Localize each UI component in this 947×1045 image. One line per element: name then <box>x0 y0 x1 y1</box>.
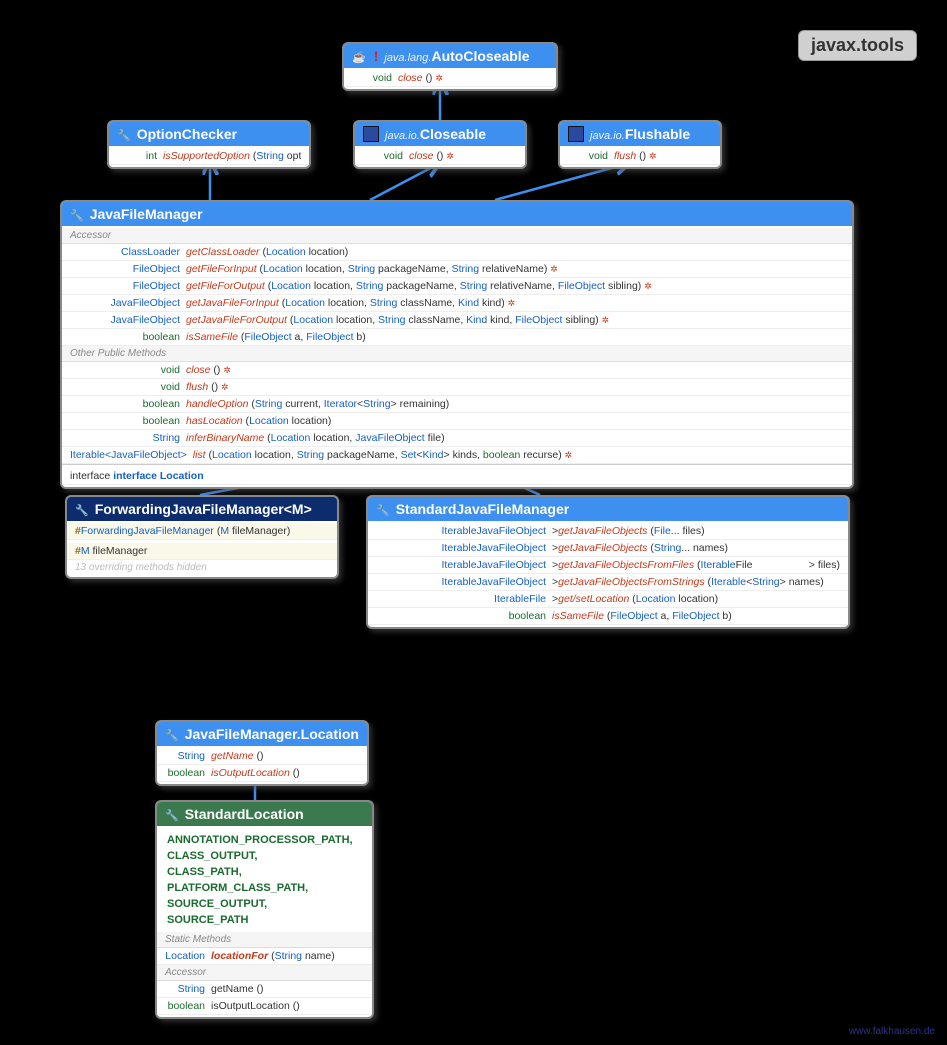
package-label: javax.tools <box>798 30 917 61</box>
enum-value: CLASS_OUTPUT, <box>157 848 372 864</box>
method-row: StringinferBinaryName (Location location… <box>62 430 852 447</box>
enum-value: CLASS_PATH, <box>157 864 372 880</box>
enum-value: PLATFORM_CLASS_PATH, <box>157 880 372 896</box>
method-row: booleanisSameFile (FileObject a, FileObj… <box>368 608 848 625</box>
method-row: ClassLoadergetClassLoader (Location loca… <box>62 244 852 261</box>
wrench-icon <box>165 726 179 742</box>
method-row: IterableJavaFileObject>getJavaFileObject… <box>368 574 848 591</box>
disk-icon <box>363 126 379 142</box>
method-row: IterableJavaFileObject>getJavaFileObject… <box>368 557 848 574</box>
method-row: IterableJavaFileObject>getJavaFileObject… <box>368 540 848 557</box>
enum-value: SOURCE_OUTPUT, <box>157 896 372 912</box>
method-row: JavaFileObjectgetJavaFileForInput (Locat… <box>62 295 852 312</box>
box-closeable: java.io.Closeable voidclose () ✲ <box>353 120 527 169</box>
method-row: voidclose () ✲ <box>62 362 852 379</box>
box-javafilemanager: JavaFileManager Accessor ClassLoadergetC… <box>60 200 854 489</box>
cup-icon <box>352 48 366 64</box>
wrench-icon <box>75 501 89 517</box>
method-row: booleanhandleOption (String current, Ite… <box>62 396 852 413</box>
wrench-icon <box>70 206 84 222</box>
method-row: FileObjectgetFileForOutput (Location loc… <box>62 278 852 295</box>
wrench-icon <box>117 126 131 142</box>
box-forwarding: ForwardingJavaFileManager<M> #Forwarding… <box>65 495 339 579</box>
method-row: Iterable<JavaFileObject>list (Location l… <box>62 447 852 464</box>
excl-icon: ! <box>374 48 379 64</box>
method-row: JavaFileObjectgetJavaFileForOutput (Loca… <box>62 312 852 329</box>
box-autocloseable: !java.lang.AutoCloseable voidclose () ✲ <box>342 42 558 91</box>
disk-icon <box>568 126 584 142</box>
box-optionchecker: OptionChecker intisSupportedOption (Stri… <box>107 120 311 169</box>
method-row: booleanhasLocation (Location location) <box>62 413 852 430</box>
method-row: FileObjectgetFileForInput (Location loca… <box>62 261 852 278</box>
box-location: JavaFileManager.Location StringgetName (… <box>155 720 369 786</box>
method-row: IterableJavaFileObject>getJavaFileObject… <box>368 523 848 540</box>
wrench-icon <box>376 501 390 517</box>
method-row: IterableFile>get/setLocation (Location l… <box>368 591 848 608</box>
box-standardlocation: StandardLocation ANNOTATION_PROCESSOR_PA… <box>155 800 374 1019</box>
box-flushable: java.io.Flushable voidflush () ✲ <box>558 120 722 169</box>
enum-value: SOURCE_PATH <box>157 912 372 928</box>
wrench-icon <box>165 806 179 822</box>
box-standardjfm: StandardJavaFileManager IterableJavaFile… <box>366 495 850 629</box>
method-row: voidflush () ✲ <box>62 379 852 396</box>
footer-link[interactable]: www.falkhausen.de <box>849 1026 935 1037</box>
method-row: booleanisSameFile (FileObject a, FileObj… <box>62 329 852 346</box>
enum-value: ANNOTATION_PROCESSOR_PATH, <box>157 832 372 848</box>
methods: voidclose () ✲ <box>344 68 556 89</box>
